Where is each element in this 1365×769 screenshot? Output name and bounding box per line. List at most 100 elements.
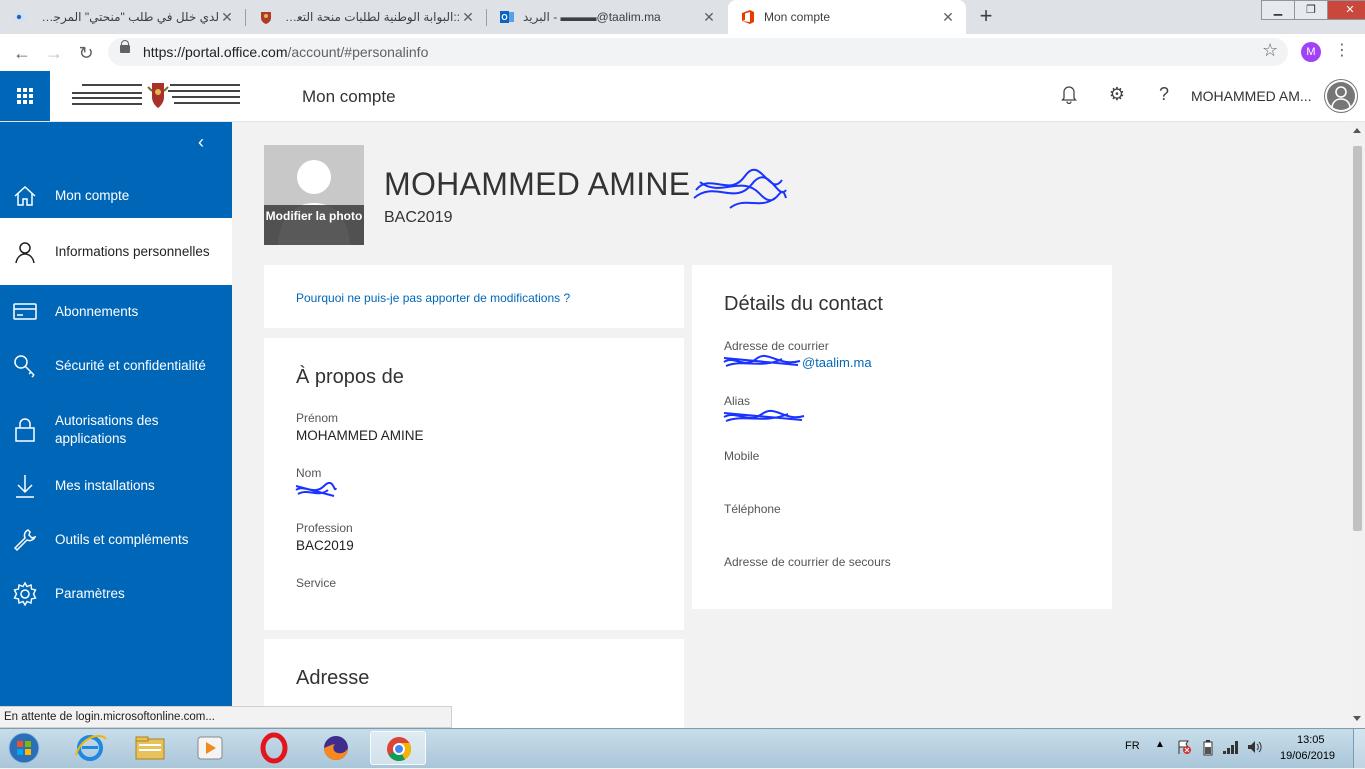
profile-photo[interactable]: Modifier la photo xyxy=(264,145,364,245)
taskbar-firefox[interactable] xyxy=(308,731,364,765)
taskbar-opera[interactable] xyxy=(246,731,302,765)
nav-item-label: Informations personnelles xyxy=(55,243,210,259)
help-icon[interactable]: ? xyxy=(1153,84,1175,106)
windows-logo-icon xyxy=(8,732,40,764)
url-path: /account/#personalinfo xyxy=(287,44,429,60)
profile-full-name: MOHAMMED AMINE xyxy=(384,166,691,202)
browser-tab-4[interactable]: Mon compte ✕ xyxy=(728,0,966,34)
nav-item-abonnements[interactable]: Abonnements xyxy=(0,289,232,334)
gear-icon xyxy=(13,581,37,606)
taskbar-media-player[interactable] xyxy=(182,731,238,765)
internet-explorer-icon xyxy=(75,735,107,761)
profession-value: BAC2019 xyxy=(296,538,354,553)
volume-icon[interactable] xyxy=(1246,739,1264,755)
new-tab-button[interactable]: + xyxy=(972,4,1000,30)
download-icon xyxy=(16,474,34,498)
opera-icon xyxy=(260,732,288,764)
nav-item-autorisations[interactable]: Autorisations des applications xyxy=(0,402,232,457)
media-player-icon xyxy=(197,736,223,760)
scroll-down-icon[interactable] xyxy=(1353,716,1361,721)
nav-item-mes-installations[interactable]: Mes installations xyxy=(0,463,232,508)
input-language[interactable]: FR xyxy=(1125,740,1140,752)
nav-item-label: Outils et compléments xyxy=(55,531,189,547)
url-host: https://portal.office.com xyxy=(143,44,288,60)
restore-window-button[interactable]: ❐ xyxy=(1294,0,1328,20)
ministry-logo xyxy=(72,83,240,108)
show-hidden-icons-icon[interactable]: ▲ xyxy=(1155,739,1165,750)
tab-close-icon[interactable]: ✕ xyxy=(940,9,956,26)
tab-close-icon[interactable]: ✕ xyxy=(701,9,717,26)
nav-item-securite[interactable]: Sécurité et confidentialité xyxy=(0,343,232,388)
firefox-icon xyxy=(324,736,348,760)
battery-icon[interactable] xyxy=(1201,739,1215,756)
email-label: Adresse de courrier xyxy=(724,339,829,353)
user-name[interactable]: MOHAMMED AM... xyxy=(1191,88,1312,104)
app-title: Mon compte xyxy=(302,87,396,106)
address-bar[interactable]: https://portal.office.com/account/#perso… xyxy=(108,38,1288,66)
about-title: À propos de xyxy=(296,366,404,388)
browser-toolbar: ← → ↻ https://portal.office.com/account/… xyxy=(0,34,1365,72)
close-window-button[interactable]: ✕ xyxy=(1327,0,1365,20)
app-launcher-icon[interactable] xyxy=(0,71,50,121)
collapse-nav-chevron-icon[interactable]: ‹ xyxy=(198,132,204,153)
reload-icon[interactable]: ↻ xyxy=(73,40,99,66)
taskbar-file-explorer[interactable] xyxy=(122,731,178,765)
settings-gear-icon[interactable]: ⚙ xyxy=(1106,84,1128,106)
profession-label: Profession xyxy=(296,521,353,535)
nav-item-informations-personnelles[interactable]: Informations personnelles xyxy=(0,218,232,285)
office-favicon-icon xyxy=(742,10,754,24)
browser-tab-1[interactable]: لدي خلل في طلب "منحتي" المرجو مساعدتي ✕ xyxy=(0,0,245,34)
scrollbar-thumb[interactable] xyxy=(1353,146,1362,531)
browser-tab-3[interactable]: O البريد - ▬▬▬@taalim.ma ✕ xyxy=(487,0,727,34)
browser-tab-strip: لدي خلل في طلب "منحتي" المرجو مساعدتي ✕ … xyxy=(0,0,1365,34)
loading-status-bubble: En attente de login.microsoftonline.com.… xyxy=(0,706,452,728)
tab-title: Mon compte xyxy=(764,10,831,24)
clock-date[interactable]: 19/06/2019 xyxy=(1280,750,1335,762)
nav-item-label: Autorisations des applications xyxy=(55,412,159,446)
forum-favicon-icon xyxy=(13,13,27,21)
email-value-link[interactable]: @taalim.ma xyxy=(802,355,872,370)
last-name-label: Nom xyxy=(296,466,322,480)
page-scrollbar[interactable] xyxy=(1350,122,1365,728)
phone-label: Téléphone xyxy=(724,502,781,516)
tab-close-icon[interactable]: ✕ xyxy=(219,9,235,26)
action-center-flag-icon[interactable] xyxy=(1176,739,1192,755)
home-icon xyxy=(14,185,36,206)
show-desktop-button[interactable] xyxy=(1353,729,1365,768)
clock-time[interactable]: 13:05 xyxy=(1297,734,1325,746)
notifications-bell-icon[interactable] xyxy=(1058,84,1080,106)
nav-item-label: Abonnements xyxy=(55,303,139,319)
windows-taskbar: FR ▲ 13:05 19/06/2019 xyxy=(0,728,1365,768)
taskbar-internet-explorer[interactable] xyxy=(62,731,118,765)
start-button[interactable] xyxy=(4,731,44,765)
outlook-favicon-icon: O xyxy=(500,11,514,23)
nav-item-outils[interactable]: Outils et compléments xyxy=(0,517,232,562)
taskbar-chrome[interactable] xyxy=(370,731,426,765)
tab-close-icon[interactable]: ✕ xyxy=(460,9,476,26)
network-signal-icon[interactable] xyxy=(1222,740,1240,755)
nav-item-parametres[interactable]: Paramètres xyxy=(0,571,232,616)
key-search-icon xyxy=(14,354,35,378)
bookmark-star-icon[interactable]: ☆ xyxy=(1262,40,1278,61)
browser-menu-icon[interactable]: ⋮ xyxy=(1334,40,1350,60)
first-name-value: MOHAMMED AMINE xyxy=(296,428,424,443)
nav-item-mon-compte[interactable]: Mon compte xyxy=(0,173,232,218)
scroll-up-icon[interactable] xyxy=(1353,128,1361,133)
edit-photo-label[interactable]: Modifier la photo xyxy=(264,205,364,245)
notice-card: Pourquoi ne puis-je pas apporter de modi… xyxy=(264,265,684,328)
profile-avatar[interactable]: M xyxy=(1301,42,1321,62)
forward-icon[interactable]: → xyxy=(41,40,67,66)
office-header: Mon compte ⚙ ? MOHAMMED AM... xyxy=(0,71,1365,122)
contact-title: Détails du contact xyxy=(724,293,883,315)
user-avatar[interactable] xyxy=(1324,79,1358,113)
redaction-scribble xyxy=(693,168,787,209)
why-cant-edit-link[interactable]: Pourquoi ne puis-je pas apporter de modi… xyxy=(296,291,570,305)
mobile-label: Mobile xyxy=(724,449,760,463)
browser-tab-2[interactable]: ::البوابة الوطنية لطلبات منحة التعليم ال… xyxy=(246,0,486,34)
url-text: https://portal.office.com/account/#perso… xyxy=(143,44,428,60)
tab-title: ::البوابة الوطنية لطلبات منحة التعليم ال… xyxy=(282,10,460,24)
lock-icon xyxy=(120,40,130,53)
back-icon[interactable]: ← xyxy=(9,40,35,66)
nav-item-label: Paramètres xyxy=(55,585,125,601)
minimize-window-button[interactable]: ▁ xyxy=(1261,0,1295,20)
